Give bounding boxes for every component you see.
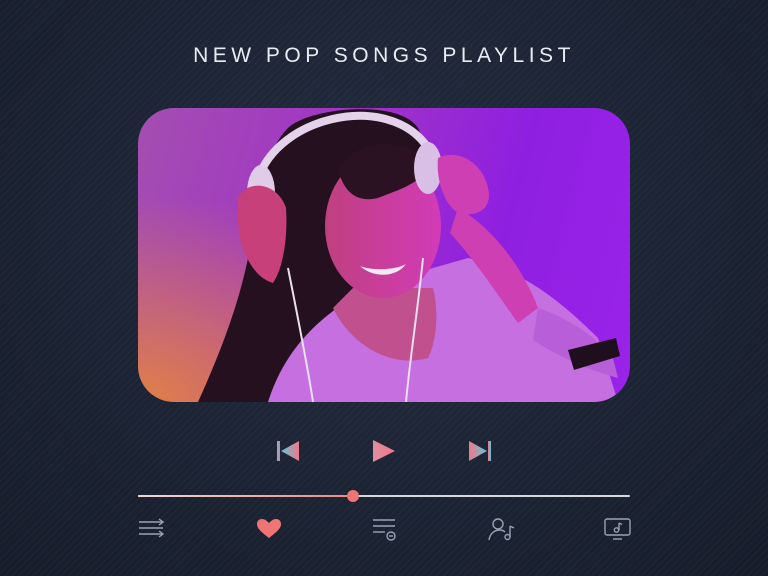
favorite-button[interactable]	[254, 516, 284, 542]
skip-next-button[interactable]	[465, 436, 495, 466]
skip-previous-button[interactable]	[273, 436, 303, 466]
queue-button[interactable]	[137, 516, 167, 542]
music-screen-icon	[604, 518, 631, 540]
playlist-icon	[373, 519, 396, 541]
skip-previous-icon	[277, 441, 299, 461]
play-button[interactable]	[369, 436, 399, 466]
playlist-title: NEW POP SONGS PLAYLIST	[193, 44, 575, 67]
queue-icon	[139, 518, 165, 538]
artist-icon	[488, 518, 515, 541]
heart-icon	[257, 519, 281, 538]
music-screen-button[interactable]	[603, 516, 633, 542]
skip-next-icon	[469, 441, 491, 461]
playback-controls	[0, 436, 768, 466]
woman-with-headphones-photo	[138, 108, 630, 402]
play-icon	[373, 440, 395, 462]
cover-photo	[138, 108, 630, 402]
progress-fill	[138, 495, 354, 497]
progress-handle[interactable]	[347, 490, 360, 502]
playlist-button[interactable]	[371, 516, 401, 542]
progress-bar[interactable]	[138, 490, 630, 502]
artist-button[interactable]	[487, 516, 517, 542]
